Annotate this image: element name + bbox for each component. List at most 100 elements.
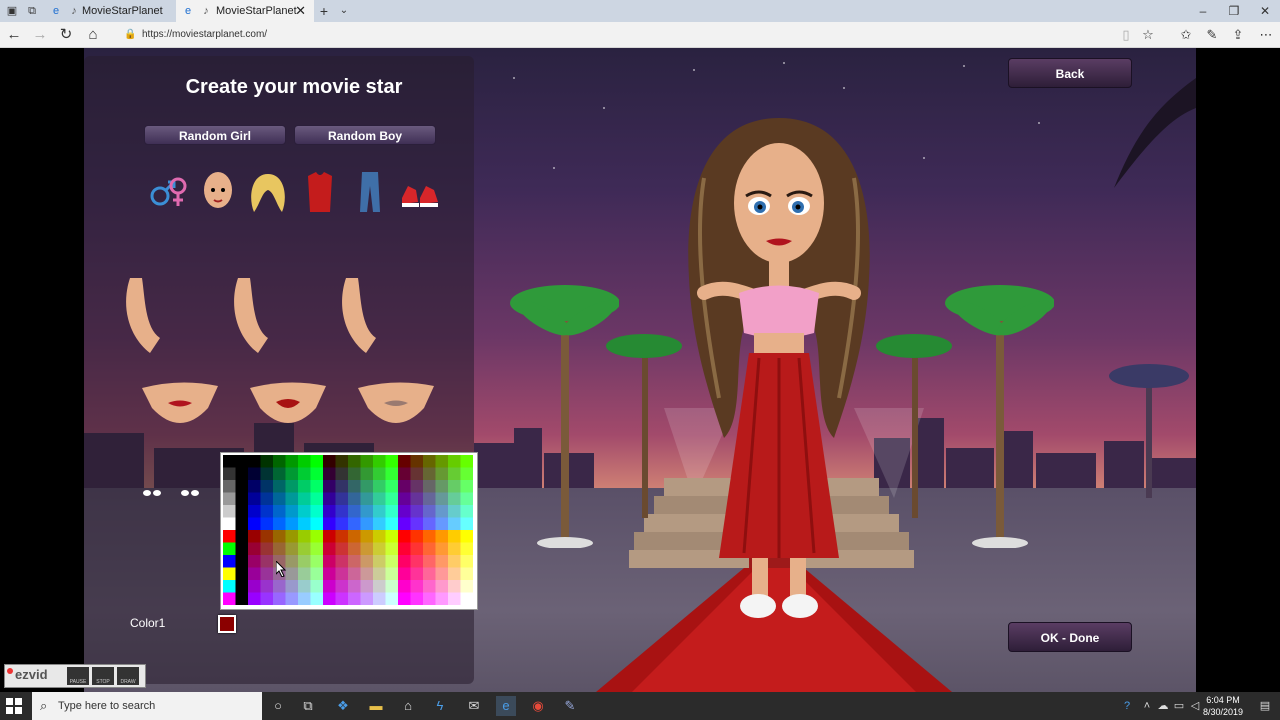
palette-swatch[interactable] (410, 455, 424, 468)
minimize-icon[interactable]: – (1188, 0, 1218, 22)
palette-swatch[interactable] (360, 480, 374, 493)
palette-swatch[interactable] (410, 592, 424, 606)
palette-swatch[interactable] (273, 580, 286, 593)
palette-swatch[interactable] (248, 580, 261, 593)
pause-button[interactable]: PAUSE (67, 667, 89, 685)
palette-swatch[interactable] (235, 567, 249, 581)
palette-swatch[interactable] (310, 580, 324, 593)
palette-swatch[interactable] (323, 555, 336, 568)
palette-swatch[interactable] (298, 467, 311, 481)
palette-swatch[interactable] (348, 517, 361, 531)
palette-swatch[interactable] (460, 555, 474, 568)
palette-swatch[interactable] (360, 467, 374, 481)
palette-swatch[interactable] (260, 505, 274, 518)
palette-swatch[interactable] (273, 492, 286, 506)
palette-swatch[interactable] (373, 455, 386, 468)
palette-swatch[interactable] (260, 455, 274, 468)
palette-swatch[interactable] (448, 517, 461, 531)
palette-swatch[interactable] (385, 530, 399, 543)
game-canvas[interactable]: Create your movie star Random Girl Rando… (84, 48, 1196, 692)
palette-swatch[interactable] (448, 530, 461, 543)
chrome-icon[interactable]: ◉ (528, 696, 548, 716)
favorite-star-icon[interactable]: ☆ (1138, 25, 1158, 45)
palette-swatch[interactable] (460, 480, 474, 493)
taskbar-search-box[interactable]: ⌕ Type here to search (32, 692, 262, 720)
palette-swatch[interactable] (248, 480, 261, 493)
palette-swatch[interactable] (410, 580, 424, 593)
palette-swatch[interactable] (385, 455, 399, 468)
palette-swatch[interactable] (223, 592, 236, 606)
palette-swatch[interactable] (410, 555, 424, 568)
palette-swatch[interactable] (448, 505, 461, 518)
palette-swatch[interactable] (398, 455, 411, 468)
palette-swatch[interactable] (410, 542, 424, 556)
palette-swatch[interactable] (423, 455, 436, 468)
tab-moviestarplanet-1[interactable]: e ♪ MovieStarPlanet (44, 0, 174, 22)
palette-swatch[interactable] (435, 455, 449, 468)
palette-swatch[interactable] (398, 480, 411, 493)
palette-swatch[interactable] (223, 567, 236, 581)
url-field[interactable]: 🔒 https://moviestarplanet.com/ (120, 25, 1160, 45)
app-bolt-icon[interactable]: ϟ (430, 696, 450, 716)
palette-swatch[interactable] (435, 592, 449, 606)
palette-swatch[interactable] (448, 492, 461, 506)
favorites-hub-icon[interactable]: ✩ (1176, 25, 1196, 45)
palette-swatch[interactable] (435, 555, 449, 568)
audio-playing-icon[interactable]: ♪ (68, 5, 80, 17)
palette-swatch[interactable] (285, 480, 299, 493)
palette-swatch[interactable] (335, 567, 349, 581)
palette-swatch[interactable] (435, 480, 449, 493)
movie-star-avatar[interactable] (664, 118, 894, 628)
palette-swatch[interactable] (298, 555, 311, 568)
random-boy-button[interactable]: Random Boy (294, 125, 436, 145)
refresh-icon[interactable]: ↻ (55, 25, 77, 45)
palette-swatch[interactable] (260, 492, 274, 506)
palette-swatch[interactable] (360, 542, 374, 556)
palette-swatch[interactable] (235, 455, 249, 468)
new-tab-button[interactable]: + (316, 0, 332, 22)
palette-swatch[interactable] (360, 592, 374, 606)
palette-swatch[interactable] (373, 592, 386, 606)
task-view-icon[interactable]: ⧉ (298, 696, 318, 716)
back-arrow-icon[interactable]: ← (3, 25, 25, 45)
palette-swatch[interactable] (423, 467, 436, 481)
draw-button[interactable]: DRAW (117, 667, 139, 685)
stop-button[interactable]: STOP (92, 667, 114, 685)
forward-arrow-icon[interactable]: → (29, 25, 51, 45)
palette-swatch[interactable] (423, 492, 436, 506)
palette-swatch[interactable] (235, 580, 249, 593)
palette-swatch[interactable] (360, 517, 374, 531)
palette-swatch[interactable] (273, 505, 286, 518)
palette-swatch[interactable] (235, 492, 249, 506)
palette-swatch[interactable] (248, 492, 261, 506)
palette-swatch[interactable] (435, 467, 449, 481)
palette-swatch[interactable] (298, 455, 311, 468)
palette-swatch[interactable] (360, 530, 374, 543)
palette-swatch[interactable] (260, 555, 274, 568)
palette-swatch[interactable] (410, 567, 424, 581)
palette-swatch[interactable] (285, 492, 299, 506)
palette-swatch[interactable] (248, 555, 261, 568)
palette-swatch[interactable] (360, 492, 374, 506)
palette-swatch[interactable] (460, 542, 474, 556)
palette-swatch[interactable] (385, 517, 399, 531)
palette-swatch[interactable] (398, 542, 411, 556)
palette-swatch[interactable] (435, 580, 449, 593)
palette-swatch[interactable] (298, 492, 311, 506)
palette-swatch[interactable] (323, 530, 336, 543)
edge-taskbar-icon[interactable]: e (496, 696, 516, 716)
palette-swatch[interactable] (235, 592, 249, 606)
palette-swatch[interactable] (460, 467, 474, 481)
palette-swatch[interactable] (448, 480, 461, 493)
palette-swatch[interactable] (223, 505, 236, 518)
palette-swatch[interactable] (298, 580, 311, 593)
palette-swatch[interactable] (398, 517, 411, 531)
palette-swatch[interactable] (310, 555, 324, 568)
palette-swatch[interactable] (285, 580, 299, 593)
palette-swatch[interactable] (348, 592, 361, 606)
lips-option-2[interactable] (228, 278, 328, 438)
hair-icon[interactable] (246, 168, 290, 216)
random-girl-button[interactable]: Random Girl (144, 125, 286, 145)
palette-swatch[interactable] (373, 505, 386, 518)
close-tab-icon[interactable]: ✕ (295, 0, 306, 22)
